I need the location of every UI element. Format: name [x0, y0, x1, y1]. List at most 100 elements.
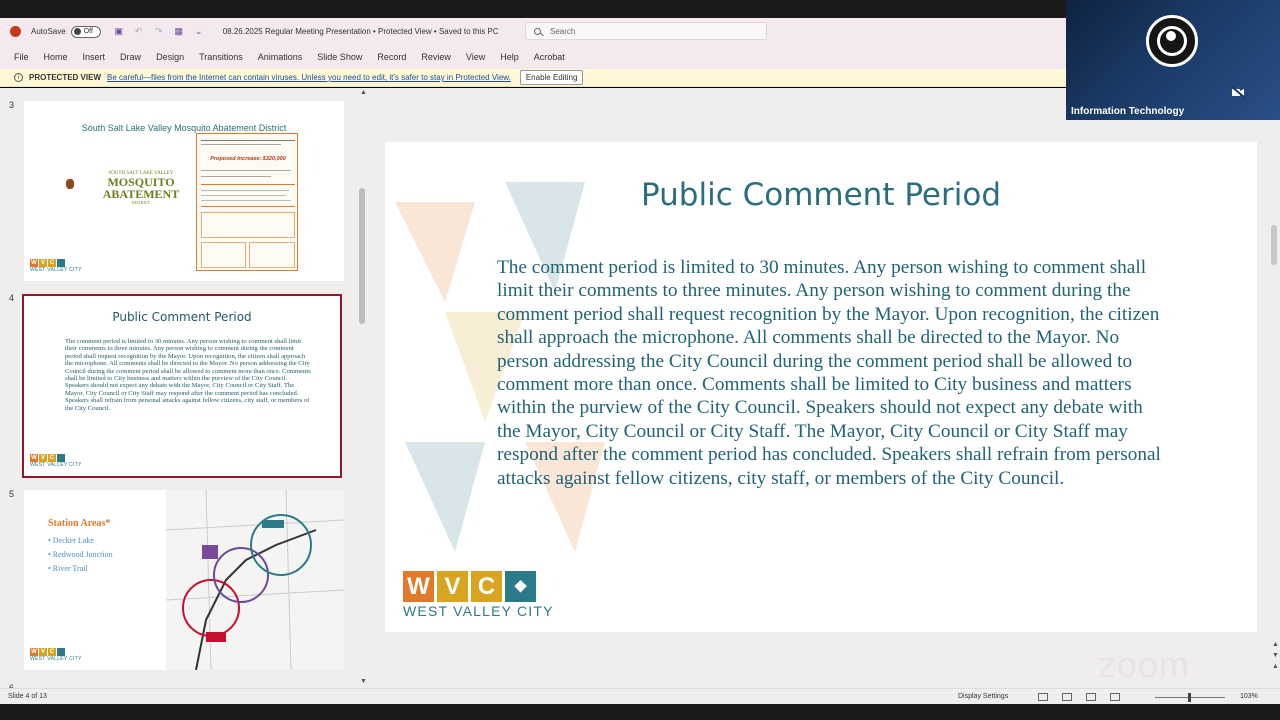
thumb-4-title: Public Comment Period — [112, 310, 252, 324]
logo-letter-w: W — [403, 571, 434, 602]
tab-acrobat[interactable]: Acrobat — [534, 52, 565, 62]
station-item: • Decker Lake — [48, 536, 94, 545]
thumb-3-title: South Salt Lake Valley Mosquito Abatemen… — [81, 123, 287, 133]
mini-logo-name: WEST VALLEY CITY — [30, 267, 82, 273]
autosave-label: AutoSave — [31, 27, 66, 36]
undo-icon[interactable]: ↶ — [133, 26, 145, 38]
mini-logo-w: W — [30, 454, 38, 462]
video-participant-tile[interactable]: Information Technology — [1066, 0, 1280, 120]
slide-thumbnail-5[interactable]: Station Areas* • Decker Lake • Redwood J… — [24, 490, 344, 670]
slide-thumbnail-3[interactable]: South Salt Lake Valley Mosquito Abatemen… — [24, 101, 344, 281]
scroll-up-icon[interactable]: ▲ — [1272, 641, 1279, 648]
slide-editing-area: Public Comment Period The comment period… — [370, 88, 1280, 688]
tab-help[interactable]: Help — [500, 52, 519, 62]
save-icon[interactable]: ▣ — [113, 26, 125, 38]
tab-view[interactable]: View — [466, 52, 485, 62]
scroll-down-icon[interactable]: ▼ — [360, 678, 367, 685]
enable-editing-button[interactable]: Enable Editing — [519, 70, 584, 85]
autosave-toggle[interactable]: Off — [70, 25, 101, 38]
slide-thumbnail-4[interactable]: Public Comment Period The comment period… — [22, 294, 342, 478]
obs-logo-icon — [1146, 15, 1198, 67]
mini-logo-w: W — [30, 259, 38, 267]
toggle-knob-icon — [73, 28, 81, 35]
mini-logo-c: C — [48, 648, 56, 656]
mini-logo-c: C — [48, 259, 56, 267]
protected-view-message[interactable]: Be careful—files from the Internet can c… — [107, 73, 511, 82]
tab-design[interactable]: Design — [156, 52, 184, 62]
autosave-state: Off — [83, 28, 93, 35]
wvc-mini-logo: WVC WEST VALLEY CITY — [30, 259, 82, 273]
tab-animations[interactable]: Animations — [258, 52, 303, 62]
thumb-5-title: Station Areas* — [48, 518, 111, 529]
tab-home[interactable]: Home — [44, 52, 68, 62]
protected-view-bar: i PROTECTED VIEW Be careful—files from t… — [0, 69, 1066, 87]
participant-name: Information Technology — [1071, 106, 1185, 117]
camera-off-icon — [1231, 86, 1245, 98]
tab-transitions[interactable]: Transitions — [199, 52, 243, 62]
display-settings-button[interactable]: Display Settings — [958, 693, 1008, 700]
zoom-watermark: zoom — [1098, 644, 1191, 685]
mini-logo-v: V — [39, 259, 47, 267]
mosquito-icon — [66, 179, 74, 189]
fact-sheet-increase: Proposed Increase: $320,000 — [210, 156, 286, 162]
document-title: 08.26.2025 Regular Meeting Presentation … — [222, 27, 499, 36]
slide-thumbnail-pane[interactable]: 3 South Salt Lake Valley Mosquito Abatem… — [0, 88, 370, 693]
title-bar: AutoSave Off ▣ ↶ ↷ ▦ ⌄ 08.26.2025 Regula… — [0, 18, 1066, 45]
mini-logo-emblem — [57, 259, 65, 267]
search-input[interactable]: Search — [525, 22, 767, 40]
logo-letter-v: V — [437, 571, 468, 602]
tab-review[interactable]: Review — [421, 52, 451, 62]
tab-record[interactable]: Record — [377, 52, 406, 62]
tab-slide-show[interactable]: Slide Show — [317, 52, 362, 62]
west-valley-city-logo: W V C ❖ WEST VALLEY CITY — [403, 571, 554, 619]
mosquito-district-logo: SOUTH SALT LAKE VALLEY MOSQUITO ABATEMEN… — [86, 171, 196, 205]
mini-logo-name: WEST VALLEY CITY — [30, 462, 82, 468]
work-area: 3 South Salt Lake Valley Mosquito Abatem… — [0, 88, 1280, 693]
tab-file[interactable]: File — [14, 52, 29, 62]
protected-view-label: PROTECTED VIEW — [29, 73, 102, 82]
station-item: • River Trail — [48, 564, 88, 573]
zoom-level[interactable]: 103% — [1240, 693, 1258, 700]
thumbnail-scrollbar[interactable] — [359, 188, 365, 324]
redo-icon[interactable]: ↷ — [153, 26, 165, 38]
zoom-slider-knob[interactable] — [1188, 693, 1191, 702]
slide-sorter-icon[interactable] — [1062, 692, 1073, 701]
wvc-mini-logo: WVC WEST VALLEY CITY — [30, 454, 82, 468]
tab-draw[interactable]: Draw — [120, 52, 141, 62]
slide-counter: Slide 4 of 13 — [8, 693, 47, 700]
scroll-down-icon[interactable]: ▼ — [1272, 652, 1279, 659]
scroll-up-icon[interactable]: ▲ — [360, 89, 367, 96]
status-right-controls: Display Settings — [958, 692, 1134, 701]
search-placeholder: Search — [550, 26, 576, 36]
mini-logo-c: C — [48, 454, 56, 462]
slide-title[interactable]: Public Comment Period — [385, 177, 1257, 213]
thumb-4-body: The comment period is limited to 30 minu… — [65, 338, 311, 412]
mini-logo-emblem — [57, 648, 65, 656]
mini-logo-w: W — [30, 648, 38, 656]
customize-qat-icon[interactable]: ⌄ — [193, 26, 205, 38]
search-icon — [534, 27, 541, 35]
mini-logo-v: V — [39, 454, 47, 462]
reading-view-icon[interactable] — [1086, 692, 1097, 701]
ribbon-tabs: File Home Insert Draw Design Transitions… — [0, 45, 1066, 69]
station-item: • Redwood Junction — [48, 550, 113, 559]
logo-emblem-icon: ❖ — [505, 571, 536, 602]
slide-scrollbar[interactable] — [1271, 225, 1277, 265]
status-bar: Slide 4 of 13 Display Settings 103% — [0, 688, 1280, 704]
prev-slide-icon[interactable]: ▲ — [1272, 663, 1279, 670]
logo-name: WEST VALLEY CITY — [403, 603, 554, 619]
logo-line-3: ABATEMENT — [102, 187, 180, 201]
tab-insert[interactable]: Insert — [83, 52, 106, 62]
screen-bottom-bar — [0, 704, 1280, 720]
mini-logo-name: WEST VALLEY CITY — [30, 656, 82, 662]
slide-body-text[interactable]: The comment period is limited to 30 minu… — [497, 256, 1167, 490]
slide-show-icon[interactable] — [1110, 692, 1121, 701]
station-map-image — [165, 490, 344, 670]
present-icon[interactable]: ▦ — [173, 26, 185, 38]
current-slide[interactable]: Public Comment Period The comment period… — [385, 142, 1257, 632]
logo-letter-c: C — [471, 571, 502, 602]
thumb-number-5: 5 — [9, 489, 15, 499]
normal-view-icon[interactable] — [1038, 692, 1049, 701]
thumb-number-4: 4 — [9, 293, 15, 303]
wvc-mini-logo: WVC WEST VALLEY CITY — [30, 648, 82, 662]
